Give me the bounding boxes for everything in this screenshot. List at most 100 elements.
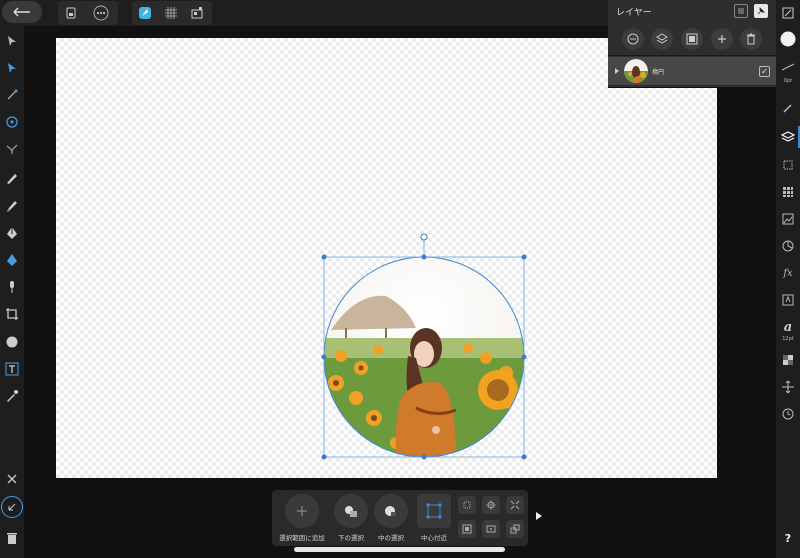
stock-button[interactable] [779,210,797,228]
layers-panel-header: レイヤー [608,0,776,22]
transparency-square-icon [783,355,793,365]
appearance-button[interactable] [779,237,797,255]
swatches-button[interactable] [779,183,797,201]
designer-persona-button[interactable] [132,1,158,25]
snap-box-icon [462,524,472,534]
text-styles-button[interactable]: a [779,318,797,336]
image-icon [782,213,794,225]
transform-button[interactable] [779,351,797,369]
document-group [58,1,118,25]
undo-history-button[interactable] [1,496,23,518]
trash-icon [747,33,756,44]
close-icon [7,474,17,484]
near-center-button[interactable] [417,494,451,528]
rotation-handle[interactable] [420,233,428,241]
snapping-button[interactable] [779,378,797,396]
navigator-button[interactable] [779,4,797,22]
contour-tool[interactable] [3,140,21,158]
menu-lines-icon [738,8,744,14]
layer-options-button[interactable] [621,27,644,50]
snap-center-icon [486,500,496,510]
delete-button[interactable] [3,529,21,547]
layers-toolbar [608,22,776,56]
select-middle-button[interactable] [374,494,408,528]
snap-midpoint-icon [486,525,496,533]
pen-tool[interactable] [3,224,21,242]
ellipse-icon [6,336,18,348]
fx-button[interactable]: fx [779,264,797,282]
bounding-box-icon [426,503,442,519]
color-picker-tool[interactable] [3,387,21,405]
delete-layer-button[interactable] [740,27,763,50]
snap-option-2[interactable] [482,496,500,514]
pin-icon [757,7,765,15]
vector-brush-tool[interactable] [3,196,21,214]
pixel-persona-button[interactable] [158,1,184,25]
move-cross-icon [782,380,794,394]
snap-option-1[interactable] [458,496,476,514]
close-tool-button[interactable] [3,470,21,488]
snap-option-5[interactable] [482,520,500,538]
node-arrow-icon [8,63,16,73]
export-persona-button[interactable] [184,1,210,25]
snap-option-6[interactable] [506,520,524,538]
layers-stack-icon [656,32,669,44]
transparency-tool[interactable] [3,278,21,296]
move-tool[interactable] [3,32,21,50]
select-below-button[interactable] [334,494,368,528]
layers-icon [781,131,795,142]
add-to-selection-button[interactable] [285,494,319,528]
mask-layer-button[interactable] [680,27,703,50]
snap-option-4[interactable] [458,520,476,538]
corner-tool[interactable] [3,86,21,104]
brush-icon [6,201,17,212]
artboard[interactable] [56,38,717,478]
expand-triangle-icon[interactable] [614,68,620,74]
canvas-area[interactable] [24,26,776,558]
stroke-button[interactable] [779,58,797,76]
ellipse-selection[interactable] [56,38,717,478]
pencil-tool[interactable] [3,169,21,187]
character-button[interactable] [779,291,797,309]
swatches-grid-icon [783,187,793,197]
pen-nib-icon [7,227,17,239]
pin-panel-button[interactable] [754,4,768,18]
artistic-text-tool[interactable] [3,360,21,378]
context-toolbar-expand-icon[interactable] [536,512,542,520]
persona-group [132,1,212,25]
crop-tool[interactable] [3,305,21,323]
stroke-width-label: 0pt [783,78,793,84]
effects-icon [783,160,793,170]
more-button[interactable] [88,1,114,25]
layers-studio-button[interactable] [779,128,797,146]
home-indicator [294,547,505,552]
node-tool[interactable] [3,59,21,77]
brushes-button[interactable] [779,99,797,117]
effects-button[interactable] [779,156,797,174]
context-toolbar: 選択範囲に追加 下の選択 中の選択 中心付近 [272,490,528,546]
back-button[interactable] [2,1,42,23]
help-button[interactable]: ? [779,529,797,547]
layers-menu-button[interactable] [734,4,748,18]
tools-panel [0,26,24,558]
more-icon [93,5,109,21]
contour-icon [6,144,18,154]
fill-color-swatch[interactable] [779,30,797,48]
add-layer-button[interactable] [710,27,733,50]
plus-icon [717,34,726,43]
point-transform-tool[interactable] [3,113,21,131]
fill-tool[interactable] [3,251,21,269]
add-to-selection-label: 選択範囲に追加 [279,534,325,542]
document-button[interactable] [58,1,84,25]
select-middle-icon [385,506,396,516]
layer-row-ellipse[interactable]: 楕円 ✓ [608,57,776,85]
history-button[interactable] [779,405,797,423]
layer-stack-button[interactable] [651,27,674,50]
document-icon [66,7,76,19]
move-arrow-icon [8,36,16,46]
layer-visibility-checkbox[interactable]: ✓ [759,65,770,77]
layer-thumbnail-image [624,59,648,83]
ellipse-tool[interactable] [3,333,21,351]
corner-icon [7,89,18,100]
snap-option-3[interactable] [506,496,524,514]
